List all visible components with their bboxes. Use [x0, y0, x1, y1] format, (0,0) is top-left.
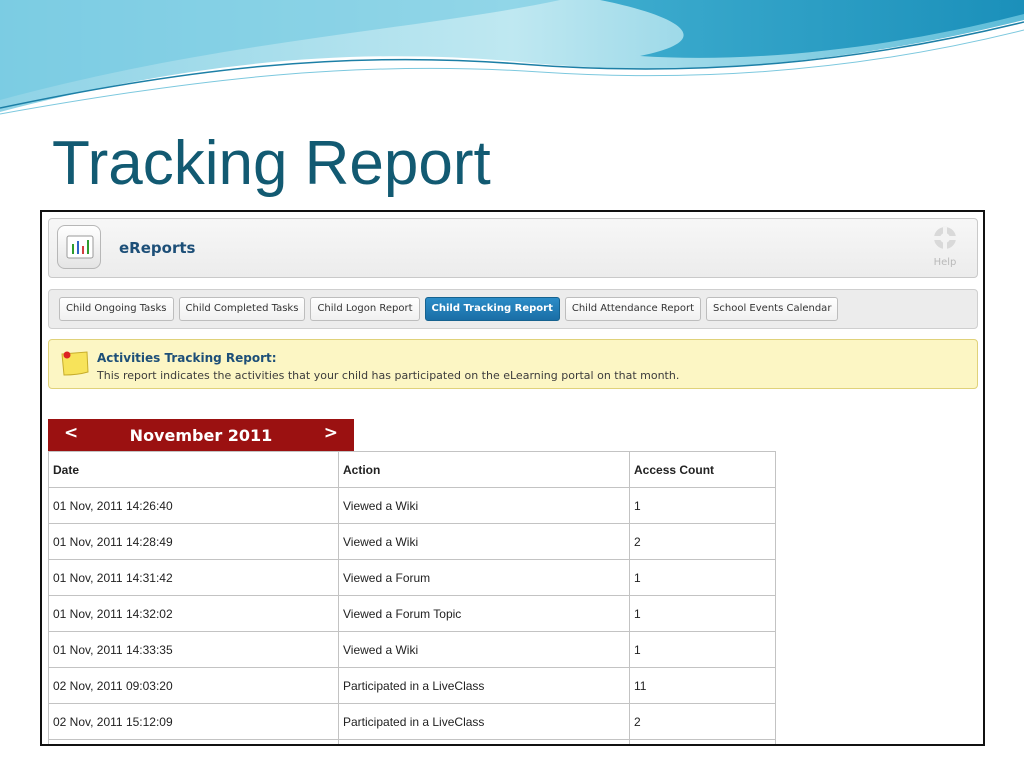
column-header-date: Date [48, 451, 339, 488]
table-row: 01 Nov, 2011 14:28:49 Viewed a Wiki 2 [48, 523, 776, 560]
cell-date [48, 739, 339, 744]
cell-action: Viewed a Wiki [338, 523, 630, 560]
cell-action: Participated in a LiveClass [338, 667, 630, 704]
cell-action: Viewed a Forum [338, 559, 630, 596]
report-chart-icon [57, 225, 101, 269]
table-header-row: Date Action Access Count [48, 451, 776, 488]
cell-action: Viewed a Forum Topic [338, 595, 630, 632]
column-header-access-count: Access Count [629, 451, 776, 488]
app-name: eReports [119, 239, 196, 257]
next-month-button[interactable]: > [324, 423, 338, 443]
cell-access-count: 2 [629, 523, 776, 560]
table-row: 01 Nov, 2011 14:32:02 Viewed a Forum Top… [48, 595, 776, 632]
cell-date: 01 Nov, 2011 14:33:35 [48, 631, 339, 668]
cell-date: 01 Nov, 2011 14:31:42 [48, 559, 339, 596]
tab-child-completed-tasks[interactable]: Child Completed Tasks [178, 297, 306, 321]
notice-title: Activities Tracking Report: [97, 351, 277, 365]
tab-child-tracking-report[interactable]: Child Tracking Report [424, 297, 560, 321]
cell-access-count: 1 [629, 487, 776, 524]
notice-text: This report indicates the activities tha… [97, 369, 680, 382]
cell-date: 02 Nov, 2011 09:03:20 [48, 667, 339, 704]
table-row: 02 Nov, 2011 15:12:09 Participated in a … [48, 703, 776, 740]
help-icon [933, 226, 957, 250]
cell-date: 01 Nov, 2011 14:26:40 [48, 487, 339, 524]
tab-child-logon-report[interactable]: Child Logon Report [310, 297, 420, 321]
header-wave-decoration [0, 0, 1024, 115]
cell-access-count: 2 [629, 703, 776, 740]
tab-school-events-calendar[interactable]: School Events Calendar [706, 297, 839, 321]
tracking-report-table: Date Action Access Count 01 Nov, 2011 14… [48, 451, 776, 744]
cell-date: 02 Nov, 2011 15:12:09 [48, 703, 339, 740]
screenshot-frame: eReports Help Child Ongoing Tasks Child … [40, 210, 985, 746]
month-label: November 2011 [129, 426, 273, 445]
table-row: 01 Nov, 2011 14:31:42 Viewed a Forum 1 [48, 559, 776, 596]
table-row [48, 739, 776, 744]
info-notice: Activities Tracking Report: This report … [48, 339, 978, 389]
cell-date: 01 Nov, 2011 14:32:02 [48, 595, 339, 632]
report-tabs-bar: Child Ongoing Tasks Child Completed Task… [48, 289, 978, 329]
table-row: 01 Nov, 2011 14:26:40 Viewed a Wiki 1 [48, 487, 776, 524]
month-navigator: < November 2011 > [48, 419, 354, 452]
cell-action [338, 739, 630, 744]
cell-action: Viewed a Wiki [338, 487, 630, 524]
app-header: eReports Help [48, 218, 978, 278]
cell-date: 01 Nov, 2011 14:28:49 [48, 523, 339, 560]
cell-access-count [629, 739, 776, 744]
table-row: 02 Nov, 2011 09:03:20 Participated in a … [48, 667, 776, 704]
column-header-action: Action [338, 451, 630, 488]
cell-access-count: 11 [629, 667, 776, 704]
cell-access-count: 1 [629, 595, 776, 632]
cell-action: Viewed a Wiki [338, 631, 630, 668]
slide-title: Tracking Report [52, 129, 491, 198]
tab-child-attendance-report[interactable]: Child Attendance Report [564, 297, 702, 321]
help-label: Help [933, 257, 957, 268]
help-button[interactable]: Help [925, 225, 965, 271]
tab-child-ongoing-tasks[interactable]: Child Ongoing Tasks [59, 297, 174, 321]
table-row: 01 Nov, 2011 14:33:35 Viewed a Wiki 1 [48, 631, 776, 668]
cell-access-count: 1 [629, 559, 776, 596]
cell-access-count: 1 [629, 631, 776, 668]
cell-action: Participated in a LiveClass [338, 703, 630, 740]
sticky-note-icon [61, 351, 89, 376]
